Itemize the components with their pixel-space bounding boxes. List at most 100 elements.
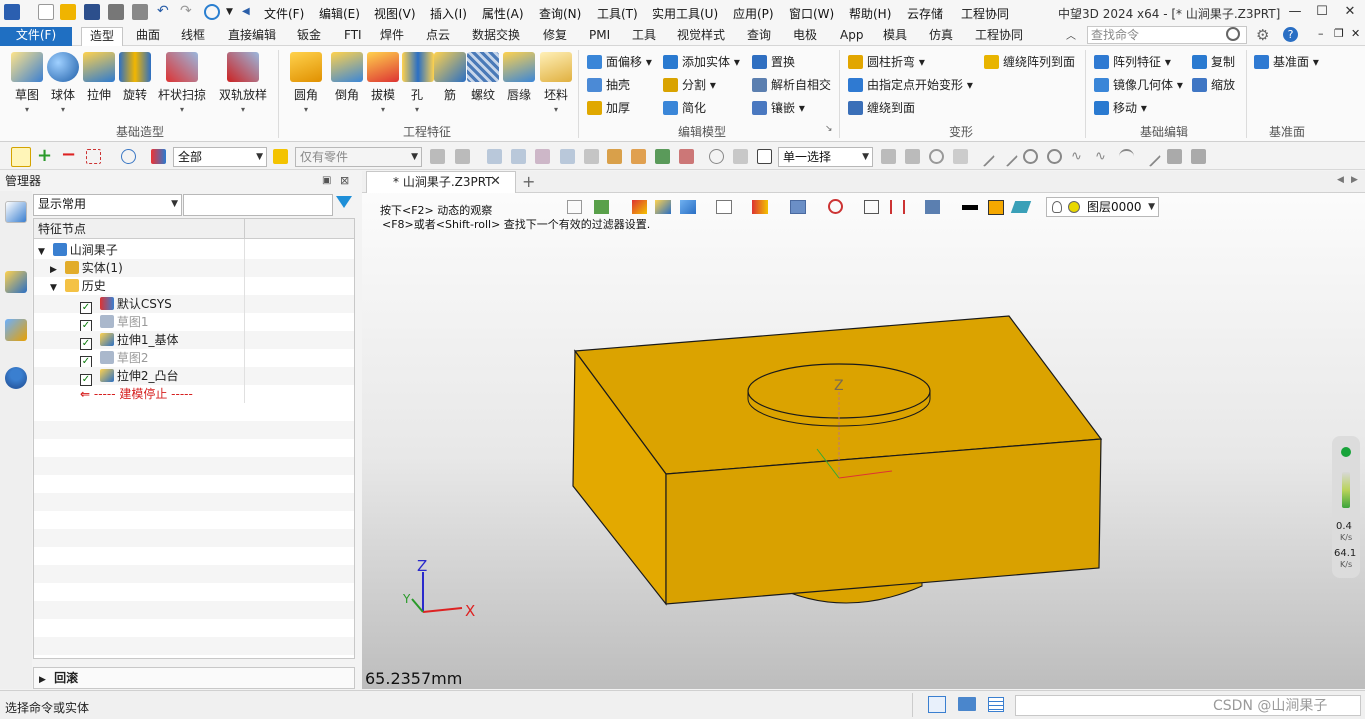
model-stop-marker[interactable]: ⇐ ----- 建模停止 ----- [34,385,354,403]
pick-tool-3-icon[interactable] [929,149,944,164]
self-intersect-button[interactable]: 解析自相交 [752,76,831,94]
doc-close-button[interactable]: ✕ [1351,27,1360,40]
shell-button[interactable]: 抽壳 [587,76,630,94]
tree-node-sketch1[interactable]: ✓ 草图1 [34,313,354,332]
split-button[interactable]: 分割 ▾ [663,76,716,94]
tree-node-sketch2[interactable]: ✓ 草图2 [34,349,354,368]
doc-minimize-button[interactable]: – [1318,27,1324,40]
tab-file[interactable]: 文件(F) [0,27,72,46]
replace-button[interactable]: 置换 [752,53,795,71]
filter-icon[interactable] [151,149,166,164]
save-icon[interactable] [84,4,100,20]
box-select-icon[interactable] [86,149,101,164]
tab-electrode[interactable]: 电极 [793,27,817,46]
tab-pmi[interactable]: PMI [589,27,610,46]
tab-app[interactable]: App [840,27,863,46]
filter-select[interactable]: 全部 ▼ [173,147,267,167]
copy-button[interactable]: 复制 [1192,53,1235,71]
wrap-to-face-button[interactable]: 缠绕到面 [848,99,915,117]
redo-icon[interactable]: ↷ [180,4,196,20]
select-arrow-icon[interactable] [11,147,31,167]
open-folder-icon[interactable] [60,4,76,20]
minimize-button[interactable]: — [1283,3,1307,21]
network-monitor[interactable]: 0.4 K/s 64.1 K/s [1332,436,1360,578]
settings-gear-icon[interactable]: ⚙ [1256,26,1269,44]
tab-pointcloud[interactable]: 点云 [426,27,450,46]
doc-restore-button[interactable]: ❐ [1334,27,1344,40]
base-block[interactable] [572,315,1103,606]
graphics-viewport[interactable]: * 山涧果子.Z3PRT ✕ + ◀ ▶ 按下<F2> 动态的观察 <F8>或者… [362,171,1365,689]
component-filter-icon[interactable] [455,149,470,164]
pick-tool-9-icon[interactable]: ∿ [1071,149,1086,164]
print-icon[interactable] [108,4,124,20]
remove-minus-icon[interactable]: − [61,146,76,164]
revolve-button[interactable]: 旋转 [118,52,152,103]
filter-tool-11-icon[interactable] [733,149,748,164]
pick-tool-14-icon[interactable] [1191,149,1206,164]
face-offset-button[interactable]: 面偏移 ▾ [587,53,652,71]
tab-collab[interactable]: 工程协同 [975,27,1023,46]
pick-tool-6-icon[interactable] [996,145,1019,168]
close-button[interactable]: ✕ [1338,3,1362,21]
menu-collab[interactable]: 工程协同 [961,5,1009,22]
menu-window[interactable]: 窗口(W) [789,5,834,22]
dialog-launcher-icon[interactable]: ↘ [825,124,833,134]
collapse-chevron-icon[interactable]: ▼ [38,247,45,257]
menu-query[interactable]: 查询(N) [539,5,581,22]
tree-node-root[interactable]: ▼ 山涧果子 [34,241,354,259]
hole-button[interactable]: 孔 ▾ [402,52,434,114]
tab-wireframe[interactable]: 线框 [181,27,205,46]
point-deform-button[interactable]: 由指定点开始变形 ▾ [848,76,973,94]
cylinder-bend-button[interactable]: 圆柱折弯 ▾ [848,53,925,71]
user-icon[interactable] [5,367,27,389]
filter-tool-9-icon[interactable] [679,149,694,164]
pick-tool-7-icon[interactable] [1023,149,1038,164]
inlay-button[interactable]: 镶嵌 ▾ [752,99,805,117]
tab-query[interactable]: 查询 [747,27,771,46]
stock-button[interactable]: 坯料 ▾ [538,52,574,114]
history-manager-icon[interactable] [5,201,27,223]
tab-repair[interactable]: 修复 [543,27,567,46]
view-manager-icon[interactable] [5,319,27,341]
pin-icon[interactable]: ▣ [322,171,331,191]
pattern-feature-button[interactable]: 阵列特征 ▾ [1094,53,1171,71]
fillet-button[interactable]: 圆角 ▾ [286,52,326,114]
thicken-button[interactable]: 加厚 [587,99,630,117]
wrap-pattern-button[interactable]: 缠绕阵列到面 [984,53,1075,71]
assembly-manager-icon[interactable] [5,271,27,293]
menu-view[interactable]: 视图(V) [374,5,416,22]
tab-weldment[interactable]: 焊件 [380,27,404,46]
tab-sheetmetal[interactable]: 钣金 [297,27,321,46]
chamfer-button[interactable]: 倒角 [330,52,364,103]
menu-utilities[interactable]: 实用工具(U) [652,5,718,22]
draft-button[interactable]: 拔模 ▾ [366,52,400,114]
selection-mode-select[interactable]: 单一选择 ▼ [778,147,873,167]
pick-tool-13-icon[interactable] [1167,149,1182,164]
status-input-icon[interactable] [928,696,946,713]
menu-tools[interactable]: 工具(T) [597,5,638,22]
hexagon-select-icon[interactable] [121,149,136,164]
model-canvas[interactable]: Z Z X Y [362,171,1365,689]
assembly-filter-icon[interactable] [430,149,445,164]
mirror-geometry-button[interactable]: 镜像几何体 ▾ [1094,76,1183,94]
display-filter-select[interactable]: 显示常用 ▼ [33,194,182,216]
maximize-button[interactable]: ☐ [1310,3,1334,21]
menu-file[interactable]: 文件(F) [264,5,304,22]
rod-sweep-button[interactable]: 杆状扫掠 ▾ [156,52,208,114]
menu-edit[interactable]: 编辑(E) [319,5,360,22]
scale-button[interactable]: 缩放 [1192,76,1235,94]
tab-simulation[interactable]: 仿真 [929,27,953,46]
extrude-button[interactable]: 拉伸 [82,52,116,103]
rollback-bar[interactable]: ▶ 回滚 [33,667,355,689]
collapse-chevron-icon[interactable]: ▼ [50,283,57,293]
add-body-button[interactable]: 添加实体 ▾ [663,53,740,71]
tree-node-csys[interactable]: ✓ 默认CSYS [34,295,354,314]
dual-rail-loft-button[interactable]: 双轨放样 ▾ [216,52,270,114]
pick-tool-4-icon[interactable] [953,149,968,164]
tree-node-extrude1[interactable]: ✓ 拉伸1_基体 [34,331,354,350]
add-plus-icon[interactable]: + [37,147,52,165]
tab-tools[interactable]: 工具 [632,27,656,46]
menu-cloud[interactable]: 云存储 [907,5,943,22]
filter-tool-10-icon[interactable] [709,149,724,164]
move-button[interactable]: 移动 ▾ [1094,99,1147,117]
